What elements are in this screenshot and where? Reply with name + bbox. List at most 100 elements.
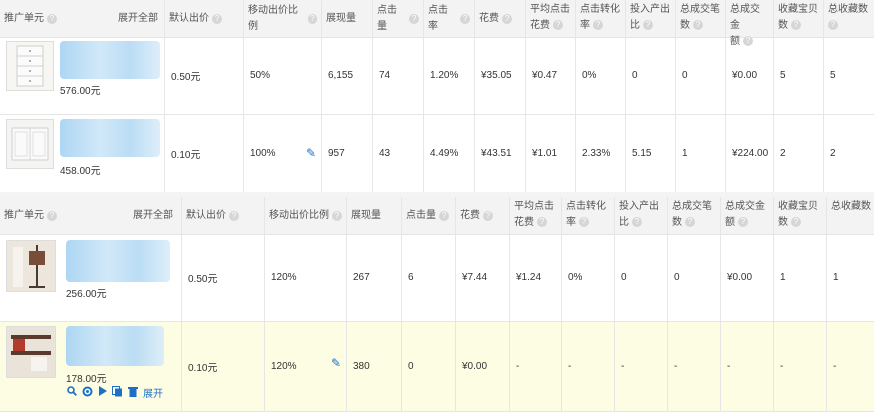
trash-icon[interactable]: [128, 386, 138, 400]
blurred-title[interactable]: [60, 119, 160, 157]
header-amount[interactable]: 总成交金 额?: [721, 197, 774, 234]
header-orders[interactable]: 总成交笔 数?: [676, 0, 726, 37]
help-icon[interactable]: ?: [47, 13, 57, 24]
expand-all-button[interactable]: 展开全部: [118, 11, 158, 27]
header-conversion[interactable]: 点击转化 率?: [562, 197, 615, 234]
table-row: 458.00元 0.10元 100% ✎ 957 43 4.49% ¥43.51…: [0, 115, 874, 193]
unit-cell: 458.00元: [0, 115, 165, 192]
header-roi[interactable]: 投入产出 比?: [626, 0, 676, 37]
header-ctr[interactable]: 点击率?: [424, 0, 475, 37]
impressions-cell: 957: [322, 115, 373, 192]
blurred-title[interactable]: [60, 41, 160, 79]
fav-total-cell: 2: [830, 148, 836, 159]
product-thumbnail[interactable]: [6, 240, 56, 292]
product-price: 576.00元: [60, 86, 101, 97]
help-icon[interactable]: ?: [537, 217, 547, 228]
target-icon[interactable]: [82, 386, 93, 400]
header-avg-cpc[interactable]: 平均点击 花费?: [510, 197, 562, 234]
product-thumbnail[interactable]: [6, 326, 56, 378]
search-icon[interactable]: [67, 386, 77, 399]
ctr-cell: 4.49%: [424, 115, 475, 192]
expand-all-button[interactable]: 展开全部: [133, 208, 173, 224]
header-fav-items-label-2: 数: [778, 217, 788, 228]
orders-cell: 0: [668, 234, 721, 321]
bid-cell[interactable]: 0.10元: [165, 115, 244, 192]
help-icon[interactable]: ?: [409, 13, 419, 24]
mobile-ratio-cell[interactable]: 100% ✎: [244, 115, 322, 192]
header-orders[interactable]: 总成交笔 数?: [668, 197, 721, 234]
header-mobile-ratio[interactable]: 移动出价比例?: [244, 0, 322, 37]
mobile-ratio-cell[interactable]: 120%: [265, 234, 347, 321]
help-icon[interactable]: ?: [332, 210, 342, 221]
header-mobile-ratio[interactable]: 移动出价比例?: [265, 197, 347, 234]
header-impressions-label: 展现量: [326, 12, 356, 24]
help-icon[interactable]: ?: [791, 20, 801, 31]
product-thumbnail[interactable]: [6, 41, 54, 91]
header-unit: 推广单元 ? 展开全部: [0, 0, 165, 37]
header-roi-label: 投入产出: [630, 4, 670, 15]
header-clicks[interactable]: 点击量?: [373, 0, 424, 37]
mobile-ratio-cell[interactable]: 50%: [244, 37, 322, 114]
blurred-title[interactable]: [66, 326, 164, 366]
bid-cell[interactable]: 0.10元: [182, 322, 265, 411]
header-fav-total[interactable]: 总收藏数: [827, 197, 874, 234]
bid-cell[interactable]: 0.50元: [165, 37, 244, 114]
pencil-icon[interactable]: ✎: [331, 356, 341, 370]
header-orders-label-2: 数: [680, 20, 690, 31]
play-icon[interactable]: [98, 386, 107, 399]
help-icon[interactable]: ?: [579, 217, 589, 228]
wall-cabinet-image: [11, 127, 49, 161]
header-fav-total[interactable]: 总收藏数 ?: [824, 0, 874, 37]
header-cost[interactable]: 花费?: [456, 197, 510, 234]
header-cost[interactable]: 花费?: [475, 0, 526, 37]
header-fav-items[interactable]: 收藏宝贝 数?: [774, 0, 824, 37]
header-impressions[interactable]: 展现量: [347, 197, 402, 234]
conversion-cell: -: [562, 322, 615, 411]
help-icon[interactable]: ?: [643, 20, 653, 31]
help-icon[interactable]: ?: [212, 13, 222, 24]
header-bid[interactable]: 默认出价?: [165, 0, 244, 37]
bid-cell[interactable]: 0.50元: [182, 234, 265, 321]
table-row: 178.00元 展开 0.10元 120% ✎ 380 0 ¥0.00 - - …: [0, 322, 874, 412]
help-icon[interactable]: ?: [791, 217, 801, 228]
fav-total-cell: 1: [833, 272, 839, 283]
mobile-ratio-value: 120%: [271, 361, 297, 372]
product-thumbnail[interactable]: [6, 119, 54, 169]
help-icon[interactable]: ?: [439, 210, 449, 221]
help-icon[interactable]: ?: [502, 13, 512, 24]
header-conversion[interactable]: 点击转化 率?: [576, 0, 626, 37]
blurred-title[interactable]: [66, 240, 170, 282]
header-impressions[interactable]: 展现量: [322, 0, 373, 37]
help-icon[interactable]: ?: [828, 20, 838, 31]
help-icon[interactable]: ?: [593, 20, 603, 31]
help-icon[interactable]: ?: [632, 217, 642, 228]
header-amount[interactable]: 总成交金 额?: [726, 0, 774, 47]
header-clicks[interactable]: 点击量?: [402, 197, 456, 234]
mobile-ratio-cell[interactable]: 120% ✎: [265, 322, 347, 411]
help-icon[interactable]: ?: [693, 20, 703, 31]
header-bid[interactable]: 默认出价?: [182, 197, 265, 234]
help-icon[interactable]: ?: [483, 210, 493, 221]
conversion-cell: 0%: [562, 234, 615, 321]
help-icon[interactable]: ?: [738, 217, 748, 228]
header-fav-items[interactable]: 收藏宝贝 数?: [774, 197, 827, 234]
header-avg-cpc[interactable]: 平均点击 花费?: [526, 0, 576, 37]
cost-cell: ¥43.51: [475, 115, 526, 192]
expand-row-link[interactable]: 展开: [143, 385, 163, 400]
fav-total-cell: -: [833, 361, 837, 372]
pencil-icon[interactable]: ✎: [306, 146, 316, 160]
table-header: 推广单元 ? 展开全部 默认出价? 移动出价比例? 展现量 点击量? 点击率? …: [0, 0, 874, 47]
header-amount-label: 总成交金: [725, 201, 765, 212]
help-icon[interactable]: ?: [229, 210, 239, 221]
help-icon[interactable]: ?: [685, 217, 695, 228]
help-icon[interactable]: ?: [47, 210, 57, 221]
help-icon[interactable]: ?: [553, 20, 563, 31]
fav-items-cell: -: [774, 322, 827, 411]
header-fav-total-label: 总收藏数: [828, 4, 868, 15]
header-roi[interactable]: 投入产出 比?: [615, 197, 668, 234]
copy-icon[interactable]: [112, 385, 123, 400]
help-icon[interactable]: ?: [307, 13, 317, 24]
help-icon[interactable]: ?: [460, 13, 470, 24]
header-mobile-ratio-label: 移动出价比例: [248, 4, 298, 32]
clicks-cell: 74: [373, 37, 424, 114]
